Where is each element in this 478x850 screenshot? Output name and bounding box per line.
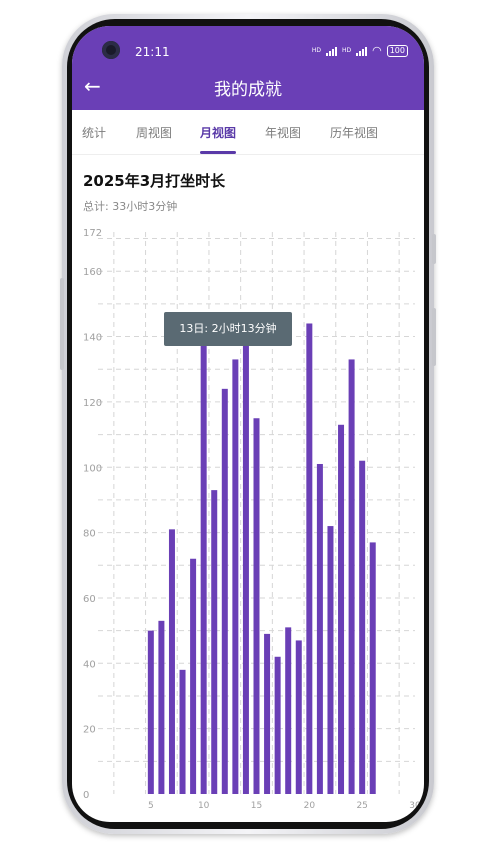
- y-tick-label: 100: [83, 463, 102, 474]
- tab-all-years-view[interactable]: 历年视图: [330, 124, 378, 141]
- signal-icon: [325, 46, 337, 56]
- y-tick-label: 60: [83, 594, 96, 605]
- y-tick-label: 160: [83, 267, 102, 278]
- x-tick-label: 30: [409, 801, 421, 811]
- x-tick-label: 15: [251, 801, 262, 811]
- bar-day-16: [264, 633, 271, 794]
- bar-day-22: [327, 526, 334, 794]
- y-tick-label: 172: [83, 228, 102, 239]
- bar-day-11: [211, 490, 218, 794]
- bar-day-8: [179, 669, 186, 794]
- tab-stats[interactable]: 统计: [82, 124, 106, 141]
- view-tabs: 统计 周视图 月视图 年视图 历年视图: [72, 110, 424, 155]
- y-tick-label: 0: [83, 790, 89, 801]
- bar-day-25: [359, 460, 366, 794]
- x-tick-label: 5: [148, 801, 154, 811]
- bar-day-19: [295, 640, 302, 794]
- phone-power-button: [432, 308, 436, 366]
- bar-day-20: [306, 323, 313, 794]
- bar-day-7: [168, 529, 175, 794]
- bar-day-21: [316, 463, 323, 794]
- bar-day-17: [274, 656, 281, 794]
- status-time: 21:11: [135, 45, 170, 59]
- bar-day-9: [190, 558, 197, 794]
- bar-day-18: [285, 627, 292, 794]
- x-tick-label: 20: [304, 801, 316, 811]
- x-tick-label: 25: [356, 801, 367, 811]
- phone-side-button: [60, 278, 64, 370]
- signal-icon: [356, 46, 368, 56]
- app-screen: 21:11 HD HD ◠ 100 ← 我的成就 统计 周视图 月视图 年视图 …: [72, 26, 424, 822]
- hd-label-1: HD: [311, 47, 321, 54]
- y-tick-label: 40: [83, 659, 96, 670]
- active-tab-indicator: [200, 151, 236, 154]
- bar-day-24: [348, 359, 355, 794]
- bar-tooltip: 13日: 2小时13分钟: [164, 312, 292, 346]
- y-tick-label: 140: [83, 333, 102, 344]
- y-tick-label: 120: [83, 398, 102, 409]
- chart-total: 总计: 33小时3分钟: [83, 200, 178, 213]
- bar-day-15: [253, 418, 260, 794]
- bar-day-14: [242, 333, 249, 794]
- app-bar: 21:11 HD HD ◠ 100 ← 我的成就: [72, 26, 424, 110]
- monthly-bar-chart[interactable]: 0 20 40 60 80 100 120 140 160 172 5 10 15 20 25 30: [72, 222, 424, 812]
- tab-week-view[interactable]: 周视图: [136, 124, 172, 141]
- page-title: 我的成就: [214, 80, 282, 100]
- tab-month-view[interactable]: 月视图: [200, 124, 236, 141]
- status-icons: HD HD ◠ 100: [312, 44, 408, 57]
- y-tick-label: 20: [83, 725, 96, 736]
- battery-icon: 100: [386, 44, 408, 57]
- bar-day-26: [369, 542, 376, 794]
- bar-day-10: [200, 336, 207, 794]
- wifi-icon: ◠: [372, 44, 382, 57]
- tab-year-view[interactable]: 年视图: [265, 124, 301, 141]
- bar-day-12: [221, 388, 228, 794]
- front-camera: [102, 41, 120, 59]
- phone-volume-up-button: [432, 234, 436, 264]
- bar-day-5: [147, 630, 154, 794]
- x-tick-label: 10: [198, 801, 210, 811]
- hd-label-2: HD: [341, 47, 352, 54]
- bar-day-6: [158, 620, 165, 794]
- chart-heading: 2025年3月打坐时长: [83, 172, 226, 190]
- bar-day-13: [232, 359, 239, 794]
- y-tick-label: 80: [83, 529, 96, 540]
- bar-day-23: [338, 424, 345, 794]
